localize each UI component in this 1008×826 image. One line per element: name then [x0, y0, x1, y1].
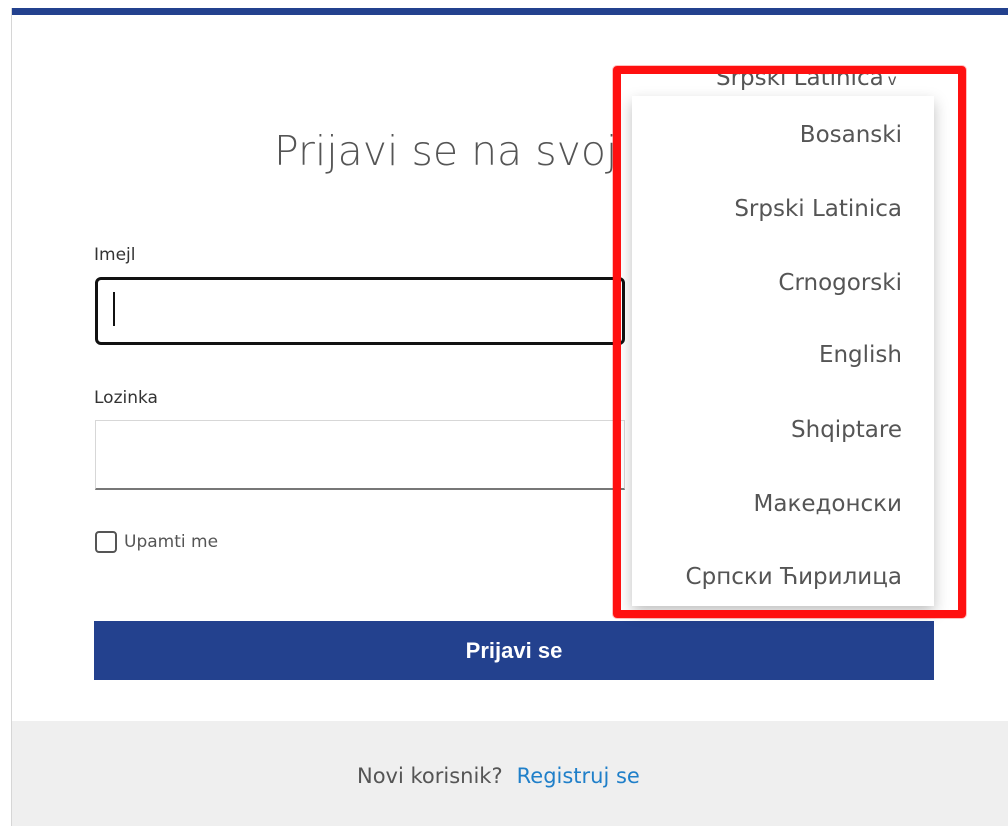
login-page: Srpski Latinica v Prijavi se na svoj Imej… — [0, 0, 1008, 826]
footer-registration: Novi korisnik? Registruj se — [357, 760, 817, 792]
login-footer: Novi korisnik? Registruj se — [12, 721, 1008, 826]
remember-me-label: Upamti me — [124, 532, 219, 552]
text-caret — [113, 292, 115, 326]
remember-me-row[interactable]: Upamti me — [94, 528, 294, 556]
page-left-border — [11, 8, 12, 826]
new-user-text: Novi korisnik? — [357, 764, 503, 788]
password-label: Lozinka — [94, 388, 158, 408]
login-button[interactable]: Prijavi se — [94, 621, 934, 680]
email-label: Imejl — [94, 245, 136, 265]
remember-me-checkbox[interactable] — [95, 531, 117, 553]
email-field[interactable] — [95, 277, 625, 345]
language-dropdown-highlight — [613, 66, 966, 618]
register-link[interactable]: Registruj se — [517, 764, 640, 788]
top-brand-bar — [12, 8, 1008, 15]
password-field[interactable] — [95, 420, 625, 490]
